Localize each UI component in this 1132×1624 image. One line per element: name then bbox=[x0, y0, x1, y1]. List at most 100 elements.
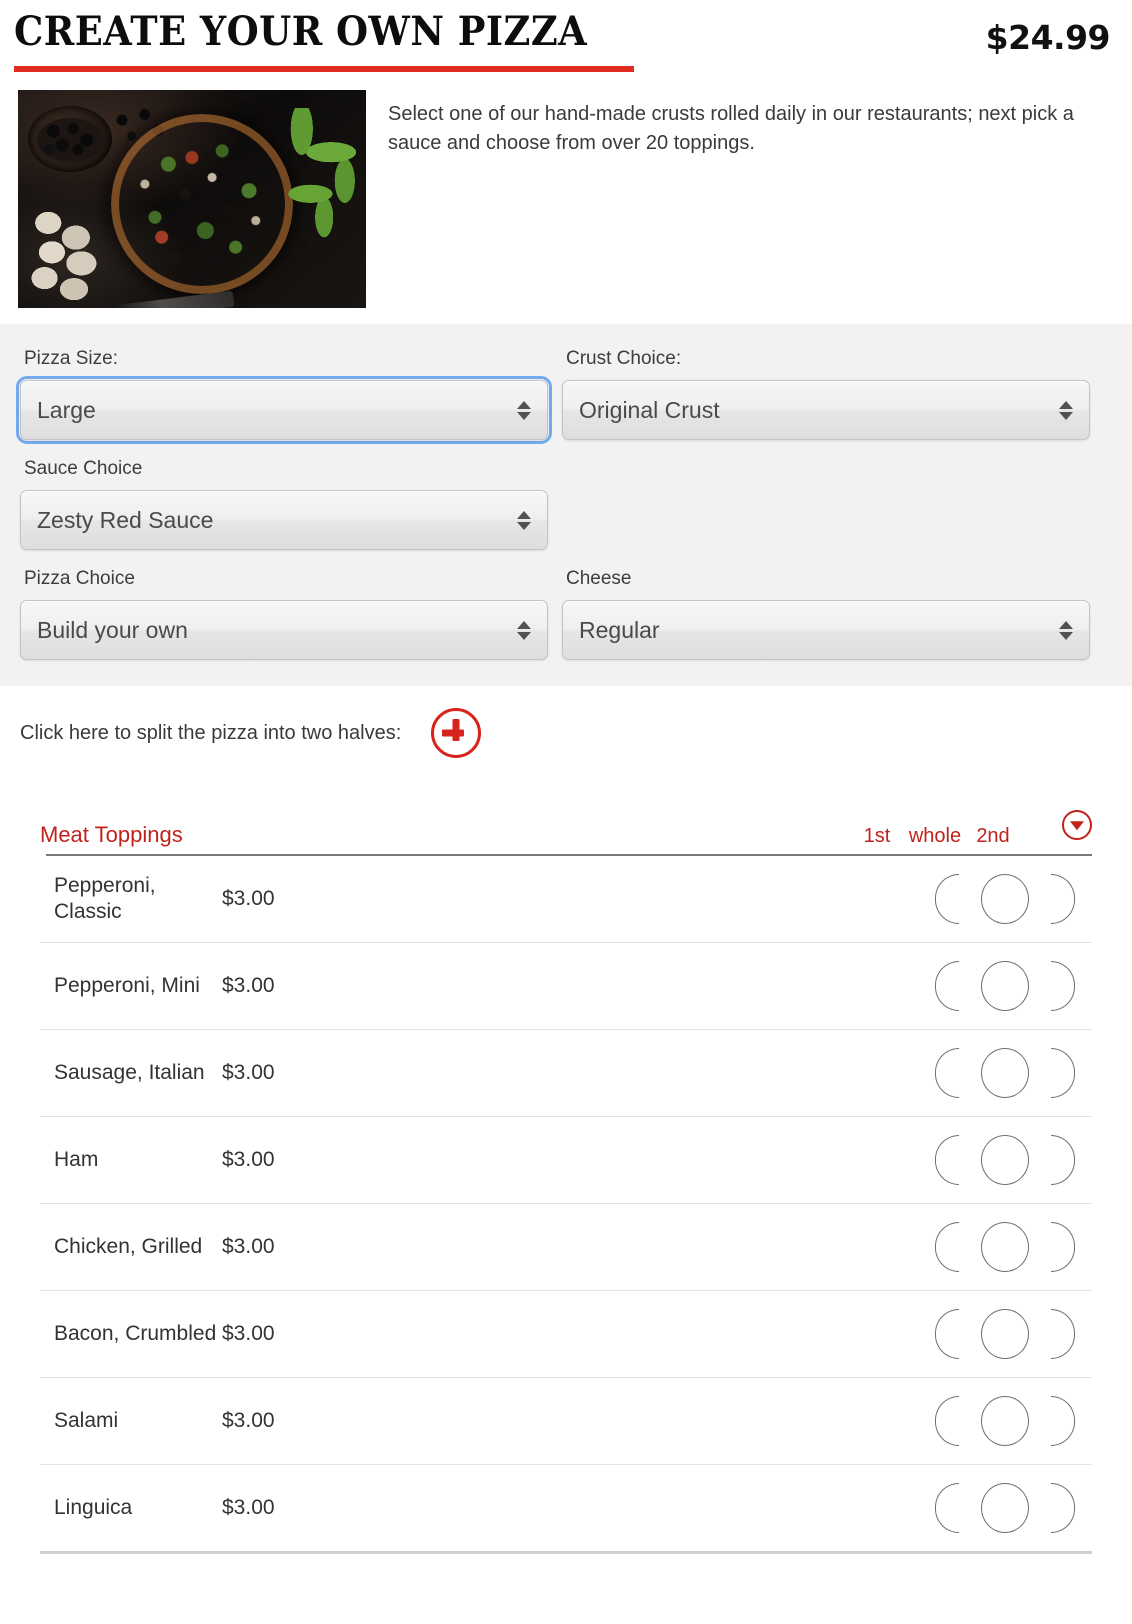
second-half-option[interactable] bbox=[1034, 1396, 1092, 1446]
table-row: Sausage, Italian $3.00 bbox=[40, 1030, 1092, 1117]
options-row-2-empty bbox=[562, 458, 1090, 550]
pizza-choice-value: Build your own bbox=[37, 616, 188, 643]
pizza-options-panel: Pizza Size: Large Crust Choice: Original… bbox=[0, 324, 1132, 686]
topping-price: $3.00 bbox=[222, 1409, 275, 1432]
crust-choice-spinner-icon[interactable] bbox=[1049, 400, 1083, 420]
half-circle-left-icon bbox=[935, 961, 959, 1011]
half-circle-right-icon bbox=[1051, 961, 1075, 1011]
whole-pizza-option[interactable] bbox=[976, 874, 1034, 924]
crust-choice-group: Crust Choice: Original Crust bbox=[562, 348, 1090, 440]
cheese-spinner-icon[interactable] bbox=[1049, 620, 1083, 640]
topping-name: Bacon, Crumbled bbox=[54, 1321, 217, 1345]
second-half-option[interactable] bbox=[1034, 874, 1092, 924]
triangle-down-icon bbox=[1059, 411, 1073, 420]
half-circle-left-icon bbox=[935, 1483, 959, 1533]
first-half-option[interactable] bbox=[918, 961, 976, 1011]
chevron-down-circle-icon[interactable] bbox=[1062, 810, 1092, 840]
topping-name: Chicken, Grilled bbox=[54, 1234, 203, 1258]
first-half-option[interactable] bbox=[918, 1048, 976, 1098]
first-half-option[interactable] bbox=[918, 1135, 976, 1185]
pizza-size-group: Pizza Size: Large bbox=[16, 348, 552, 444]
column-header-whole: whole bbox=[908, 825, 962, 847]
sauce-choice-label: Sauce Choice bbox=[24, 458, 143, 479]
second-half-option[interactable] bbox=[1034, 1483, 1092, 1533]
whole-pizza-option[interactable] bbox=[976, 1396, 1034, 1446]
topping-price: $3.00 bbox=[222, 1496, 275, 1519]
first-half-option[interactable] bbox=[918, 1483, 976, 1533]
whole-pizza-option[interactable] bbox=[976, 1135, 1034, 1185]
half-circle-left-icon bbox=[935, 1048, 959, 1098]
half-circle-right-icon bbox=[1051, 1309, 1075, 1359]
portion-choices bbox=[918, 1048, 1092, 1098]
portion-choices bbox=[918, 1483, 1092, 1533]
section-title: Meat Toppings bbox=[40, 822, 183, 847]
cheese-value: Regular bbox=[579, 616, 660, 643]
topping-price: $3.00 bbox=[222, 1061, 275, 1084]
first-half-option[interactable] bbox=[918, 1222, 976, 1272]
plus-circle-icon[interactable] bbox=[431, 708, 482, 758]
crust-choice-value: Original Crust bbox=[579, 396, 720, 423]
second-half-option[interactable] bbox=[1034, 1048, 1092, 1098]
pizza-photo-image bbox=[18, 90, 366, 308]
whole-pizza-option[interactable] bbox=[976, 1222, 1034, 1272]
full-circle-icon bbox=[981, 1396, 1029, 1446]
topping-name: Sausage, Italian bbox=[54, 1060, 205, 1084]
pizza-size-spinner-icon[interactable] bbox=[507, 400, 541, 420]
pizza-size-select[interactable]: Large bbox=[20, 380, 548, 440]
cheese-select[interactable]: Regular bbox=[562, 600, 1090, 660]
pizza-choice-group: Pizza Choice Build your own bbox=[20, 568, 548, 660]
sauce-choice-select[interactable]: Zesty Red Sauce bbox=[20, 490, 548, 550]
half-circle-right-icon bbox=[1051, 1396, 1075, 1446]
whole-pizza-option[interactable] bbox=[976, 1309, 1034, 1359]
pizza-choice-select[interactable]: Build your own bbox=[20, 600, 548, 660]
triangle-down-icon bbox=[517, 411, 531, 420]
topping-price: $3.00 bbox=[222, 1235, 275, 1258]
triangle-up-icon bbox=[517, 510, 531, 519]
topping-name: Pepperoni, Mini bbox=[54, 973, 200, 997]
crust-choice-select[interactable]: Original Crust bbox=[562, 380, 1090, 440]
first-half-option[interactable] bbox=[918, 1309, 976, 1359]
table-row: Chicken, Grilled $3.00 bbox=[40, 1204, 1092, 1291]
topping-name: Linguica bbox=[54, 1495, 133, 1519]
triangle-down-icon bbox=[517, 631, 531, 640]
create-your-own-pizza-page: CREATE YOUR OWN PIZZA $24.99 Select one … bbox=[0, 0, 1132, 1554]
topping-name: Salami bbox=[54, 1408, 119, 1432]
topping-price: $3.00 bbox=[222, 1322, 275, 1345]
portion-choices bbox=[918, 1135, 1092, 1185]
page-header: CREATE YOUR OWN PIZZA $24.99 bbox=[0, 0, 1132, 72]
table-row: Ham $3.00 bbox=[40, 1117, 1092, 1204]
second-half-option[interactable] bbox=[1034, 961, 1092, 1011]
first-half-option[interactable] bbox=[918, 874, 976, 924]
first-half-option[interactable] bbox=[918, 1396, 976, 1446]
whole-pizza-option[interactable] bbox=[976, 1483, 1034, 1533]
column-header-2nd: 2nd bbox=[976, 825, 1010, 847]
topping-name: Ham bbox=[54, 1147, 99, 1171]
table-row: Linguica $3.00 bbox=[40, 1465, 1092, 1554]
whole-pizza-option[interactable] bbox=[976, 961, 1034, 1011]
options-row-1: Pizza Size: Large Crust Choice: Original… bbox=[16, 348, 1094, 444]
title-wrapper: CREATE YOUR OWN PIZZA bbox=[14, 12, 637, 72]
green-peppers-detail bbox=[276, 108, 362, 238]
pizza-choice-label: Pizza Choice bbox=[24, 568, 135, 589]
sauce-choice-spinner-icon[interactable] bbox=[507, 510, 541, 530]
second-half-option[interactable] bbox=[1034, 1135, 1092, 1185]
whole-pizza-option[interactable] bbox=[976, 1048, 1034, 1098]
full-circle-icon bbox=[981, 874, 1029, 924]
half-circle-left-icon bbox=[935, 1135, 959, 1185]
sauce-choice-group: Sauce Choice Zesty Red Sauce bbox=[20, 458, 548, 550]
second-half-option[interactable] bbox=[1034, 1222, 1092, 1272]
second-half-option[interactable] bbox=[1034, 1309, 1092, 1359]
triangle-down-icon bbox=[1059, 631, 1073, 640]
full-circle-icon bbox=[981, 1222, 1029, 1272]
portion-choices bbox=[918, 874, 1092, 924]
half-circle-right-icon bbox=[1051, 1135, 1075, 1185]
pizza-choice-spinner-icon[interactable] bbox=[507, 620, 541, 640]
half-circle-right-icon bbox=[1051, 874, 1075, 924]
triangle-up-icon bbox=[1059, 400, 1073, 409]
topping-price: $3.00 bbox=[222, 974, 275, 997]
table-row: Salami $3.00 bbox=[40, 1378, 1092, 1465]
mushrooms-detail bbox=[28, 210, 120, 302]
portion-choices bbox=[918, 961, 1092, 1011]
table-row: Bacon, Crumbled $3.00 bbox=[40, 1291, 1092, 1378]
toppings-header: Meat Toppings 1st whole 2nd bbox=[40, 810, 1092, 854]
